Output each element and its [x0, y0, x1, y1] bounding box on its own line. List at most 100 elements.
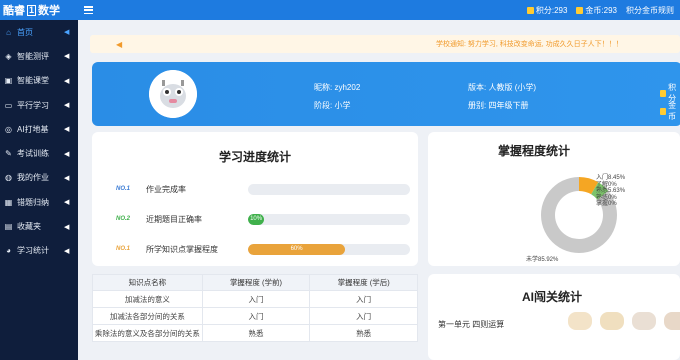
rank-badge: NO.1	[116, 246, 131, 252]
speaker-icon[interactable]: ◀	[64, 77, 72, 85]
progress-row: NO.2 近期题目正确率 10%	[116, 212, 416, 226]
sidebar-item[interactable]: ◎ AI打地基 ◀	[0, 117, 78, 141]
grade-value: 小学	[334, 101, 351, 110]
profile-banner: 昵称: zyh202 阶段: 小学 版本: 人教版 (小学) 册别: 四年级下册…	[92, 62, 680, 126]
brand-logo: 酷睿 1 数学	[0, 2, 82, 18]
speaker-icon: ◀	[116, 39, 123, 49]
brand-prefix: 酷睿	[3, 5, 25, 17]
table-row: 加减法的意义 入门 入门	[92, 290, 418, 308]
sidebar-item-label: 错题归纳	[17, 197, 49, 207]
sidebar-item-label: 首页	[17, 27, 33, 37]
progress-label: 所学知识点掌握程度	[146, 244, 218, 254]
nickname-value: zyh202	[334, 83, 361, 92]
sidebar-item[interactable]: ✎ 考试训练 ◀	[0, 141, 78, 165]
volume-value[interactable]: 四年级下册	[488, 101, 528, 110]
ai-icon: ◎	[5, 124, 12, 134]
volume-label: 册别:	[468, 101, 487, 110]
sidebar-item-label: 智能课堂	[17, 76, 49, 86]
sidebar: ⌂ 首页 ◀ ◈ 智能测评 ◀ ▣ 智能课堂 ◀ ▭ 平行学习 ◀ ◎ AI打地基 ◀ ✎ 考试训练 ◀ ◍ 我的作业…	[0, 20, 78, 360]
speaker-icon[interactable]: ◀	[64, 247, 72, 255]
sidebar-item-label: 收藏夹	[17, 222, 41, 232]
rules-link[interactable]: 积分金币规则	[626, 5, 674, 16]
sidebar-item-label: 平行学习	[17, 100, 49, 110]
progress-track	[248, 183, 410, 195]
speaker-icon[interactable]: ◀	[64, 52, 72, 60]
coins-button[interactable]: 金币	[660, 100, 680, 122]
exam-icon: ✎	[5, 149, 12, 159]
brand-subject: 数学	[38, 5, 61, 17]
rank-badge: NO.2	[116, 216, 131, 222]
sidebar-item[interactable]: ◍ 我的作业 ◀	[0, 166, 78, 190]
school-notice: ◀ 学校通知: 努力学习, 科技改变命运, 功成久久日子人下！！！	[90, 35, 680, 53]
sidebar-item[interactable]: ▣ 智能课堂 ◀	[0, 69, 78, 93]
ai-avatars	[568, 312, 680, 330]
table-cell: 入门	[309, 307, 418, 325]
sidebar-item-label: 智能测评	[17, 51, 49, 61]
speaker-icon[interactable]: ◀	[64, 101, 72, 109]
sidebar-item-label: 学习统计	[17, 246, 49, 256]
table-cell: 熟悉	[309, 324, 418, 342]
table-row: 乘除法的意义及各部分间的关系 熟悉 熟悉	[92, 324, 418, 342]
brand-box: 1	[27, 4, 37, 16]
wrong-book-icon: ▦	[4, 197, 13, 207]
ai-unit-label: 第一单元 四则运算	[438, 320, 505, 329]
speaker-icon[interactable]: ◀	[64, 125, 72, 133]
ai-character-icon	[568, 312, 592, 330]
speaker-icon[interactable]: ◀	[64, 28, 72, 36]
folder-icon: ▤	[4, 222, 13, 232]
sidebar-item[interactable]: ◕ 学习统计 ◀	[0, 239, 78, 263]
progress-row: NO.1 所学知识点掌握程度 60%	[116, 242, 416, 256]
progress-fill: 10%	[248, 213, 265, 225]
homework-icon: ◍	[5, 173, 12, 183]
stats-icon: ◕	[6, 246, 11, 256]
table-row: 加减法各部分间的关系 入门 入门	[92, 307, 418, 325]
table-cell: 乘除法的意义及各部分间的关系	[92, 324, 203, 342]
coins-button-icon	[660, 107, 667, 115]
table-cell: 加减法的意义	[92, 290, 203, 308]
legend-entry: 掌握0%	[596, 201, 617, 207]
coins-display: 金币:293	[576, 5, 617, 16]
mastery-title: 掌握程度统计	[497, 144, 570, 158]
sidebar-item[interactable]: ▭ 平行学习 ◀	[0, 93, 78, 117]
points-button-icon	[660, 89, 667, 97]
sidebar-item[interactable]: ▤ 收藏夹 ◀	[0, 214, 78, 238]
points-display: 积分:293	[526, 5, 567, 16]
table-header: 掌握程度 (学后)	[309, 274, 418, 291]
table-cell: 入门	[201, 290, 311, 308]
classroom-icon: ▣	[4, 76, 13, 86]
knowledge-table: 知识点名称 掌握程度 (学前) 掌握程度 (学后) 加减法的意义 入门 入门 加减法各…	[92, 274, 418, 342]
table-cell: 加减法各部分间的关系	[92, 307, 203, 325]
nickname-label: 昵称:	[314, 83, 333, 92]
ai-card: AI闯关统计 第一单元 四则运算	[428, 274, 680, 360]
speaker-icon[interactable]: ◀	[64, 223, 72, 231]
avatar	[149, 70, 197, 118]
sidebar-item-label: 我的作业	[17, 173, 49, 183]
mastery-card: 掌握程度统计 入门8.45% 了解0% 熟悉5.63% 熟练0% 掌握0% 未学85.9…	[428, 132, 680, 266]
ai-title: AI闯关统计	[521, 290, 582, 304]
sidebar-item[interactable]: ▦ 错题归纳 ◀	[0, 190, 78, 214]
version-label: 版本:	[468, 83, 487, 92]
monitor-icon: ▭	[4, 100, 13, 110]
sidebar-item-label: 考试训练	[17, 149, 49, 159]
layers-icon: ◈	[5, 51, 12, 61]
progress-fill: 60%	[248, 243, 346, 255]
speaker-icon[interactable]: ◀	[64, 174, 72, 182]
speaker-icon[interactable]: ◀	[64, 198, 72, 206]
progress-label: 作业完成率	[146, 184, 186, 194]
progress-card: 学习进度统计 NO.1 作业完成率 NO.2 近期题目正确率 10% NO.1 所学知识点掌…	[92, 132, 418, 266]
points-icon	[526, 6, 534, 14]
sidebar-item-label: AI打地基	[17, 124, 49, 134]
speaker-icon[interactable]: ◀	[64, 150, 72, 158]
menu-toggle-icon[interactable]	[84, 6, 93, 14]
version-value[interactable]: 人教版 (小学)	[488, 83, 536, 92]
progress-label: 近期题目正确率	[146, 214, 202, 224]
table-header: 知识点名称	[92, 274, 203, 291]
ai-character-icon	[664, 312, 680, 330]
progress-track: 60%	[248, 243, 410, 255]
coins-icon	[576, 6, 584, 14]
table-header: 掌握程度 (学前)	[201, 274, 311, 291]
progress-row: NO.1 作业完成率	[116, 182, 416, 196]
sidebar-item[interactable]: ◈ 智能测评 ◀	[0, 44, 78, 68]
top-bar: 酷睿 1 数学 积分:293 金币:293 积分金币规则	[0, 0, 680, 20]
sidebar-item[interactable]: ⌂ 首页 ◀	[0, 20, 78, 44]
